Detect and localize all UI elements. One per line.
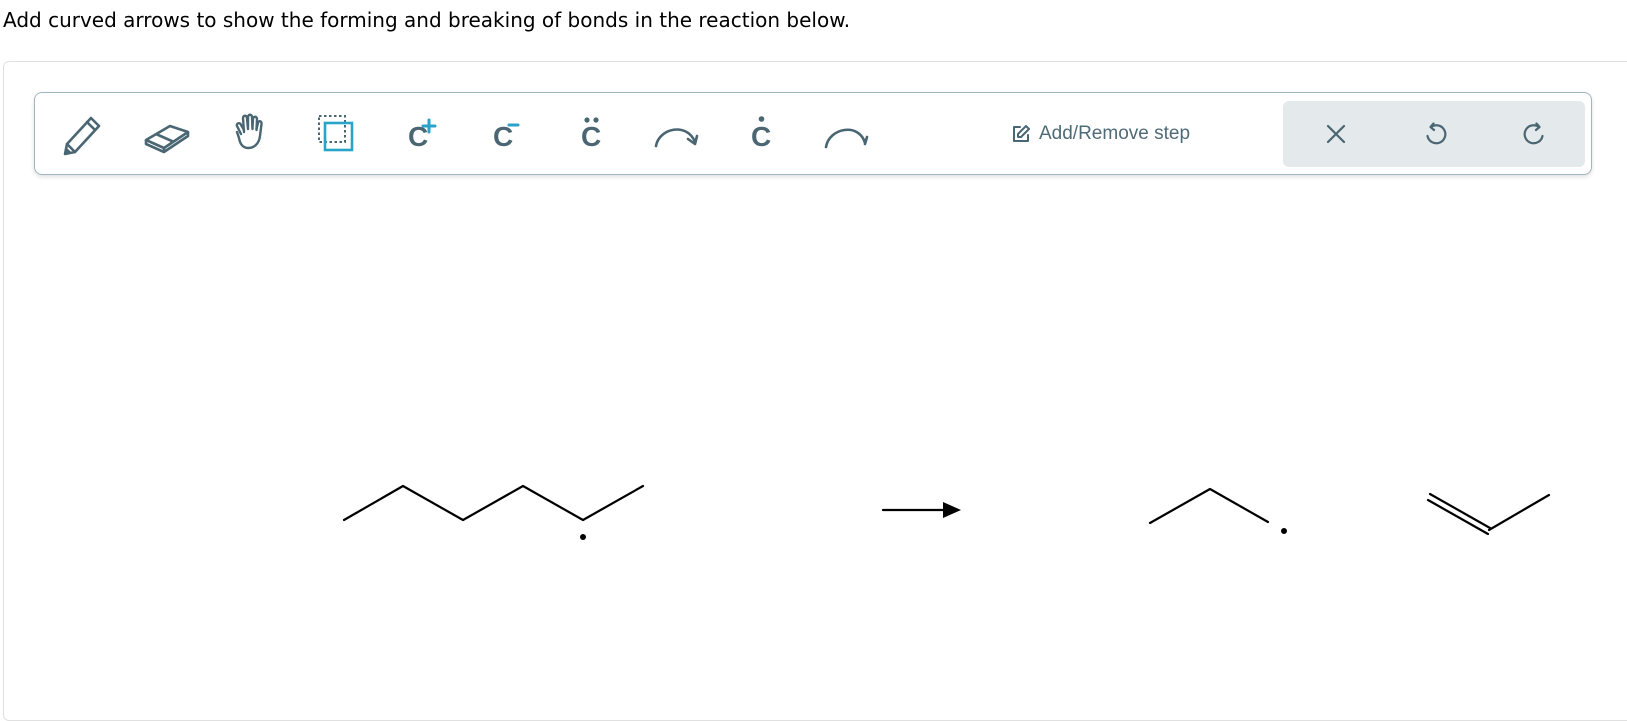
reaction-arrowhead — [943, 502, 961, 518]
reaction-canvas[interactable] — [0, 0, 1627, 704]
product-alkene-molecule — [1426, 492, 1551, 536]
product-radical-dot — [1281, 528, 1287, 534]
product-radical-molecule — [1148, 487, 1270, 525]
reactant-molecule — [342, 484, 645, 522]
reactant-radical-dot — [580, 534, 586, 540]
